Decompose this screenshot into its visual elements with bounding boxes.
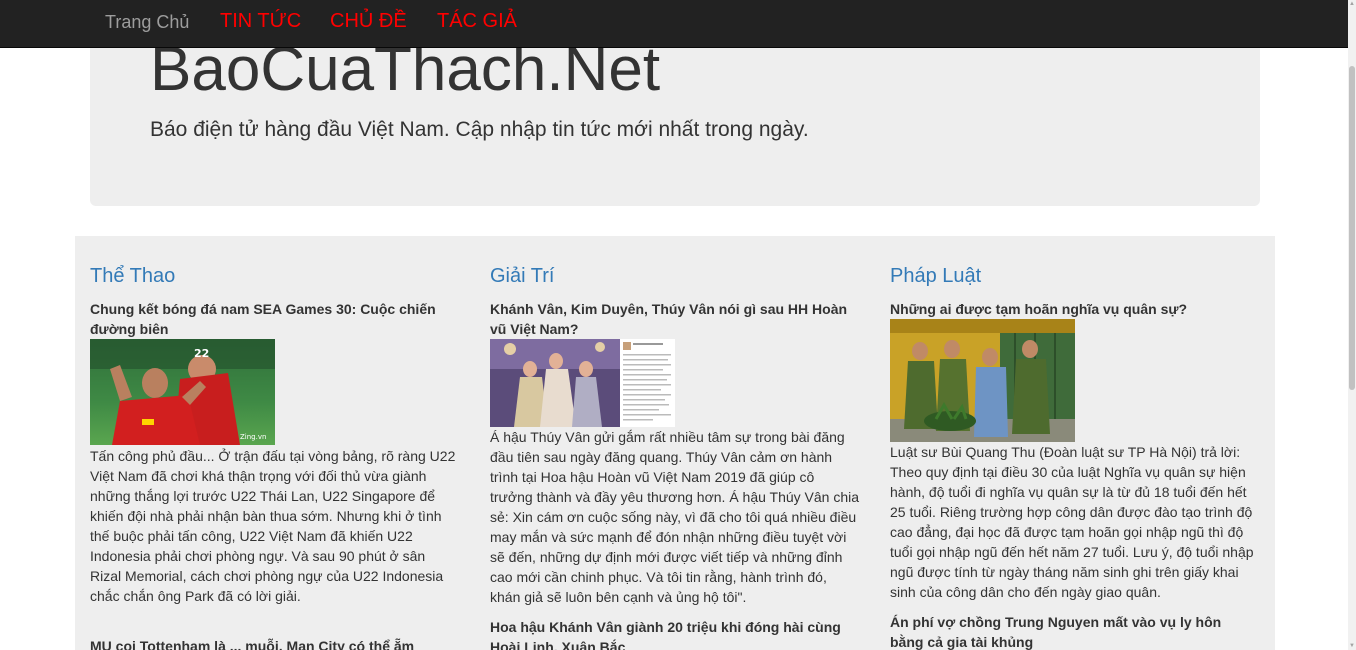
pageant-photo-icon bbox=[490, 339, 675, 427]
category-law-link[interactable]: Pháp Luật bbox=[890, 263, 981, 289]
nav-authors-link[interactable]: TÁC GIẢ bbox=[437, 10, 517, 32]
article-summary: Tấn công phủ đầu... Ở trận đấu tại vòng … bbox=[90, 448, 456, 604]
nav-home-link[interactable]: Trang Chủ bbox=[105, 11, 189, 33]
category-sports-link[interactable]: Thể Thao bbox=[90, 263, 175, 289]
military-photo-icon bbox=[890, 319, 1075, 442]
news-columns: Thể Thao Chung kết bóng đá nam SEA Games… bbox=[75, 236, 1275, 650]
article-title[interactable]: Án phí vợ chồng Trung Nguyen mất vào vụ … bbox=[890, 612, 1252, 650]
jersey-number: 22 bbox=[194, 347, 209, 360]
article-summary: Luật sư Bùi Quang Thu (Đoàn luật sư TP H… bbox=[890, 444, 1254, 600]
football-photo-icon: 22 Zing.vn bbox=[90, 339, 275, 445]
article-title[interactable]: Khánh Vân, Kim Duyên, Thúy Vân nói gì sa… bbox=[490, 299, 852, 339]
nav-topics-link[interactable]: CHỦ ĐỀ bbox=[330, 10, 407, 32]
scrollbar-thumb[interactable] bbox=[1349, 66, 1355, 390]
top-navbar: Trang Chủ TIN TỨC CHỦ ĐỀ TÁC GIẢ bbox=[0, 0, 1348, 48]
article-title[interactable]: Chung kết bóng đá nam SEA Games 30: Cuộc… bbox=[90, 299, 452, 339]
nav-news-link[interactable]: TIN TỨC bbox=[220, 10, 301, 32]
article-title[interactable]: MU coi Tottenham là ... muỗi, Man City c… bbox=[90, 636, 452, 650]
article-image-pageant[interactable] bbox=[490, 339, 675, 427]
article-image-military[interactable] bbox=[890, 319, 1075, 442]
category-entertainment-link[interactable]: Giải Trí bbox=[490, 263, 554, 289]
article-title[interactable]: Hoa hậu Khánh Vân giành 20 triệu khi đón… bbox=[490, 617, 852, 650]
article-image-football[interactable]: 22 Zing.vn bbox=[90, 339, 275, 445]
article-title[interactable]: Những ai được tạm hoãn nghĩa vụ quân sự? bbox=[890, 299, 1252, 319]
article-summary: Á hậu Thúy Vân gửi gắm rất nhiều tâm sự … bbox=[490, 429, 860, 605]
scroll-down-arrow-icon[interactable]: ▼ bbox=[1349, 642, 1355, 650]
svg-text:Zing.vn: Zing.vn bbox=[240, 433, 266, 441]
site-description: Báo điện tử hàng đầu Việt Nam. Cập nhập … bbox=[150, 118, 809, 141]
page-scrollbar[interactable]: ▲ ▼ bbox=[1348, 0, 1356, 650]
scroll-up-arrow-icon[interactable]: ▲ bbox=[1349, 0, 1355, 8]
